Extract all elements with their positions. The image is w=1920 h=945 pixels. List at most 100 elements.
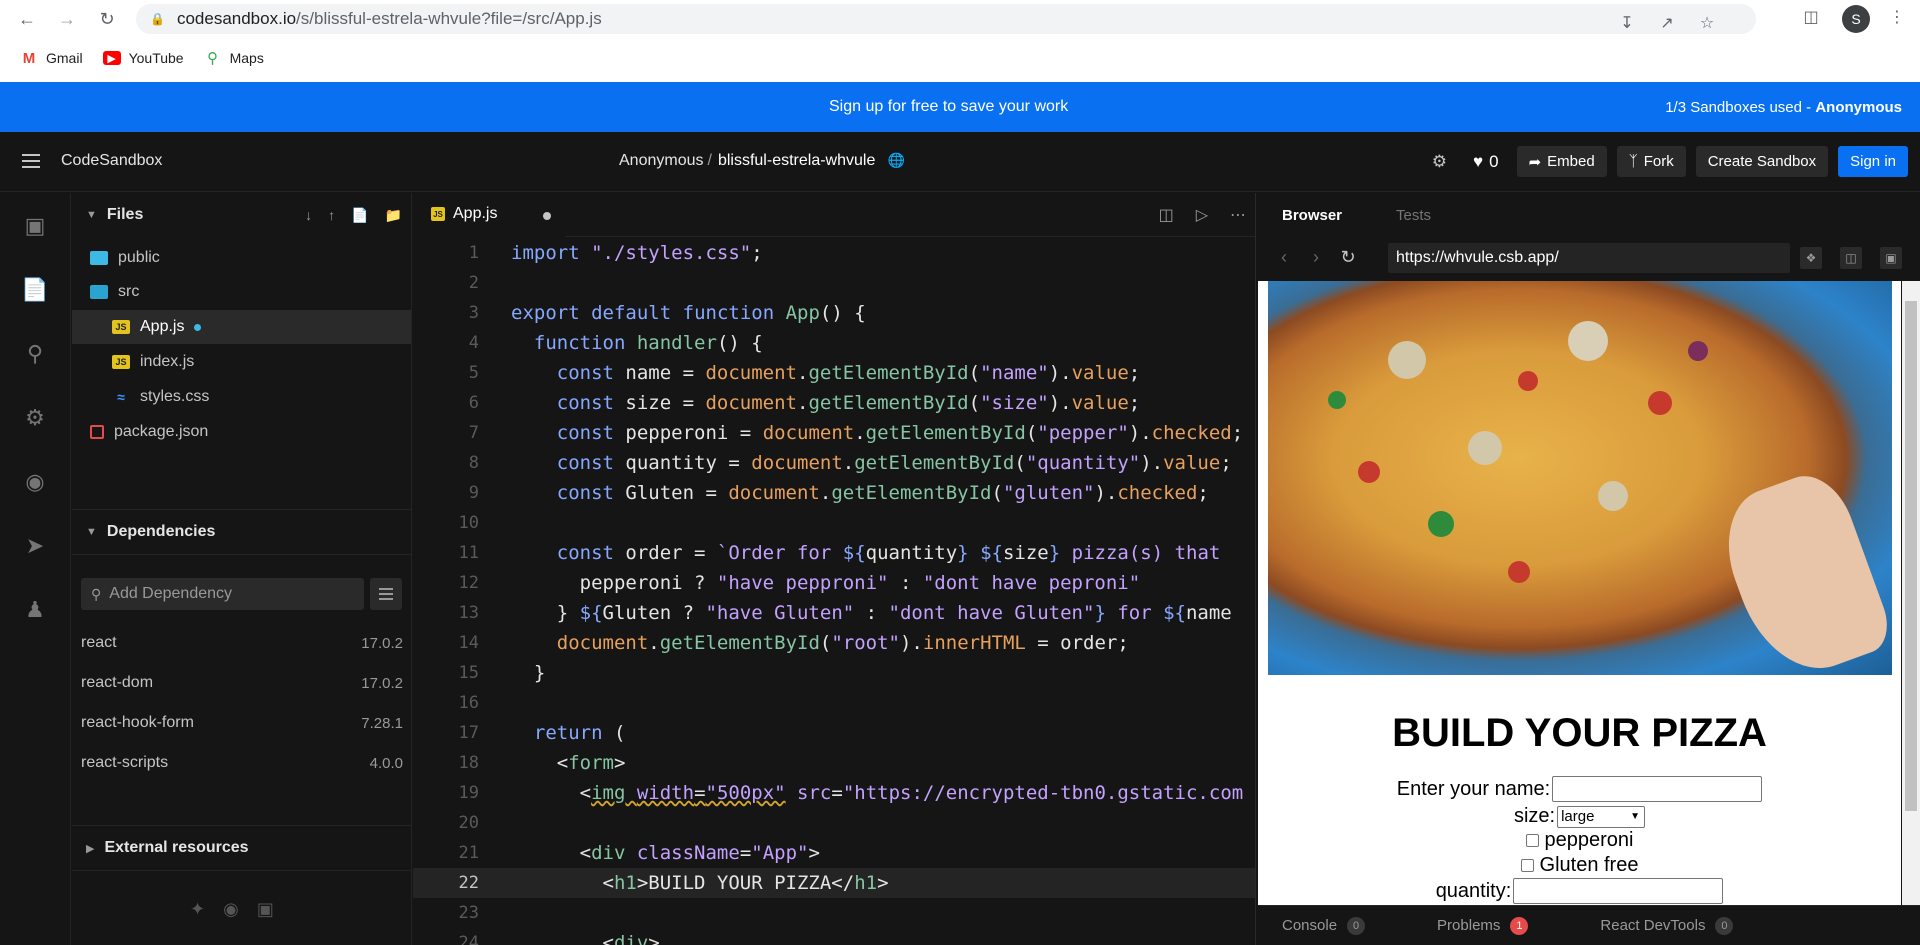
app-logo[interactable]: CodeSandbox [61, 152, 162, 170]
bookmark-youtube[interactable]: ▶ YouTube [102, 50, 184, 66]
forward-icon[interactable]: → [52, 4, 82, 34]
create-sandbox-button[interactable]: Create Sandbox [1695, 146, 1829, 177]
tree-item-styles-css[interactable]: ≈ styles.css [72, 380, 411, 414]
github-icon[interactable]: ◉ [223, 899, 239, 920]
code-line: 24 <div> [458, 932, 660, 945]
signup-banner-text[interactable]: Sign up for free to save your work [829, 98, 1068, 116]
size-row: size: large ▼ [1258, 805, 1901, 828]
tree-item-index-js[interactable]: JS index.js [72, 345, 411, 379]
preview-url-input[interactable]: https://whvule.csb.app/ [1388, 243, 1790, 273]
code-line: 12 pepperoni ? "have pepproni" : "dont h… [458, 572, 1141, 594]
preview-refresh-icon[interactable]: ↻ [1336, 247, 1360, 268]
embed-button[interactable]: ➦ Embed [1516, 146, 1607, 177]
settings-icon[interactable]: ⚙ [22, 405, 48, 431]
size-select[interactable]: large ▼ [1557, 805, 1646, 828]
bookmark-star-icon[interactable]: ☆ [1696, 12, 1718, 34]
more-horiz-icon[interactable]: ⋯ [1230, 205, 1246, 225]
console-bar: Console 0 Problems 1 React DevTools 0 [1258, 905, 1920, 945]
breadcrumb: Anonymous / blissful-estrela-whvule 🌐 [619, 152, 906, 169]
tree-item-src[interactable]: src [72, 275, 411, 309]
pepperoni-checkbox[interactable] [1525, 834, 1539, 847]
rocket-icon[interactable]: ➤ [22, 533, 48, 559]
popout-icon[interactable]: ▣ [1880, 247, 1902, 269]
users-icon[interactable]: ♟ [22, 597, 48, 623]
chevron-right-icon: ▶ [86, 842, 95, 855]
tree-item-app-js[interactable]: JS App.js [72, 310, 411, 344]
lock-icon: 🔒 [150, 12, 165, 26]
new-folder-icon[interactable]: 📁 [385, 207, 402, 224]
code-area[interactable]: 1 import "./styles.css"; 2 3 export defaul… [413, 238, 1255, 945]
share-icon[interactable]: ↗ [1656, 12, 1678, 34]
globe-icon[interactable]: 🌐 [888, 152, 905, 168]
code-line: 17 return ( [458, 722, 626, 744]
name-input[interactable] [1552, 776, 1763, 802]
preview-forward-icon[interactable]: › [1304, 247, 1328, 268]
code-line: 14 document.getElementById("root").inner… [458, 632, 1129, 654]
dependency-menu-button[interactable] [370, 578, 402, 610]
code-line: 2 [468, 273, 479, 293]
tab-tests[interactable]: Tests [1396, 207, 1431, 224]
preview-scrollbar[interactable] [1902, 281, 1920, 905]
gluten-checkbox[interactable] [1520, 859, 1534, 872]
file-sidebar: ▼ Files ↓ ↑ 📄 📁 public src JS App.js JS … [72, 193, 412, 945]
dependency-row[interactable]: react-scripts 4.0.0 [81, 743, 403, 783]
new-file-icon[interactable]: 📄 [351, 207, 368, 224]
name-row: Enter your name: [1258, 776, 1901, 802]
quantity-input[interactable] [1513, 878, 1724, 904]
dependencies-section-header[interactable]: ▼ Dependencies [72, 510, 412, 554]
devtools-icon[interactable]: ❖ [1800, 247, 1822, 269]
external-resources-header[interactable]: ▶ External resources [72, 826, 412, 870]
preview-icon[interactable]: ▷ [1196, 205, 1208, 225]
address-bar[interactable]: 🔒 codesandbox.io/s/blissful-estrela-whvu… [136, 4, 1756, 34]
fork-button[interactable]: ᛉ Fork [1616, 146, 1686, 177]
reload-icon[interactable]: ↻ [92, 4, 122, 34]
tab-console[interactable]: Console 0 [1282, 916, 1366, 935]
open-new-window-icon[interactable]: ◫ [1840, 247, 1862, 269]
add-dependency-input[interactable]: ⚲ Add Dependency [81, 578, 364, 610]
browser-chrome: ← → ↻ 🔒 codesandbox.io/s/blissful-estrel… [0, 0, 1920, 82]
tree-item-public[interactable]: public [72, 241, 411, 275]
files-icon[interactable]: 📄 [21, 277, 48, 303]
upload-icon[interactable]: ↑ [328, 207, 335, 224]
sign-in-button[interactable]: Sign in [1838, 146, 1908, 177]
download-icon[interactable]: ↧ [1616, 12, 1638, 34]
preview-tabs: Browser Tests [1258, 193, 1920, 237]
signup-banner[interactable]: Sign up for free to save your work 1/3 S… [0, 82, 1920, 132]
github-icon[interactable]: ◉ [22, 469, 48, 495]
bookmark-gmail[interactable]: M Gmail [20, 50, 83, 67]
pizza-image [1268, 281, 1892, 675]
tab-problems[interactable]: Problems 1 [1437, 916, 1529, 935]
search-icon[interactable]: ⚲ [22, 341, 48, 367]
sandbox-name[interactable]: blissful-estrela-whvule [718, 152, 875, 169]
code-editor: JS App.js ◫ ▷ ⋯ 1 import "./styles.css"; … [413, 193, 1256, 945]
chevron-down-icon: ▼ [86, 526, 97, 538]
sort-down-icon[interactable]: ↓ [305, 207, 312, 224]
split-view-icon[interactable]: ◫ [1159, 205, 1174, 225]
bookmark-maps[interactable]: ⚲ Maps [204, 50, 264, 67]
files-section-header[interactable]: ▼ Files ↓ ↑ 📄 📁 [72, 193, 412, 237]
dependency-row[interactable]: react-dom 17.0.2 [81, 663, 403, 703]
code-line: 15 } [458, 662, 546, 684]
profile-avatar[interactable]: S [1842, 5, 1870, 33]
side-panel-icon[interactable]: ◫ [1800, 6, 1822, 28]
twitter-icon[interactable]: ✦ [190, 899, 205, 920]
sandbox-usage: 1/3 Sandboxes used - Anonymous [1665, 98, 1902, 116]
dependency-row[interactable]: react 17.0.2 [81, 623, 403, 663]
like-button[interactable]: ♥ 0 [1465, 152, 1507, 172]
tab-app-js[interactable]: JS App.js [413, 193, 565, 237]
tree-item-package-json[interactable]: package.json [72, 415, 411, 449]
menu-icon[interactable] [22, 154, 40, 168]
code-line: 19 <img width="500px" src="https://encry… [458, 782, 1244, 804]
preview-back-icon[interactable]: ‹ [1272, 247, 1296, 268]
heart-icon: ♥ [1473, 151, 1484, 171]
tab-react-devtools[interactable]: React DevTools 0 [1600, 916, 1734, 935]
cube-icon[interactable]: ▣ [22, 213, 48, 239]
unsaved-dot[interactable] [543, 212, 551, 220]
more-vert-icon[interactable]: ⋮ [1886, 6, 1908, 28]
dependency-row[interactable]: react-hook-form 7.28.1 [81, 703, 403, 743]
code-line: 23 [458, 903, 479, 923]
tab-browser[interactable]: Browser [1282, 207, 1342, 224]
back-icon[interactable]: ← [12, 4, 42, 34]
settings-gear-icon[interactable]: ⚙ [1424, 152, 1455, 172]
discord-icon[interactable]: ▣ [257, 899, 274, 920]
